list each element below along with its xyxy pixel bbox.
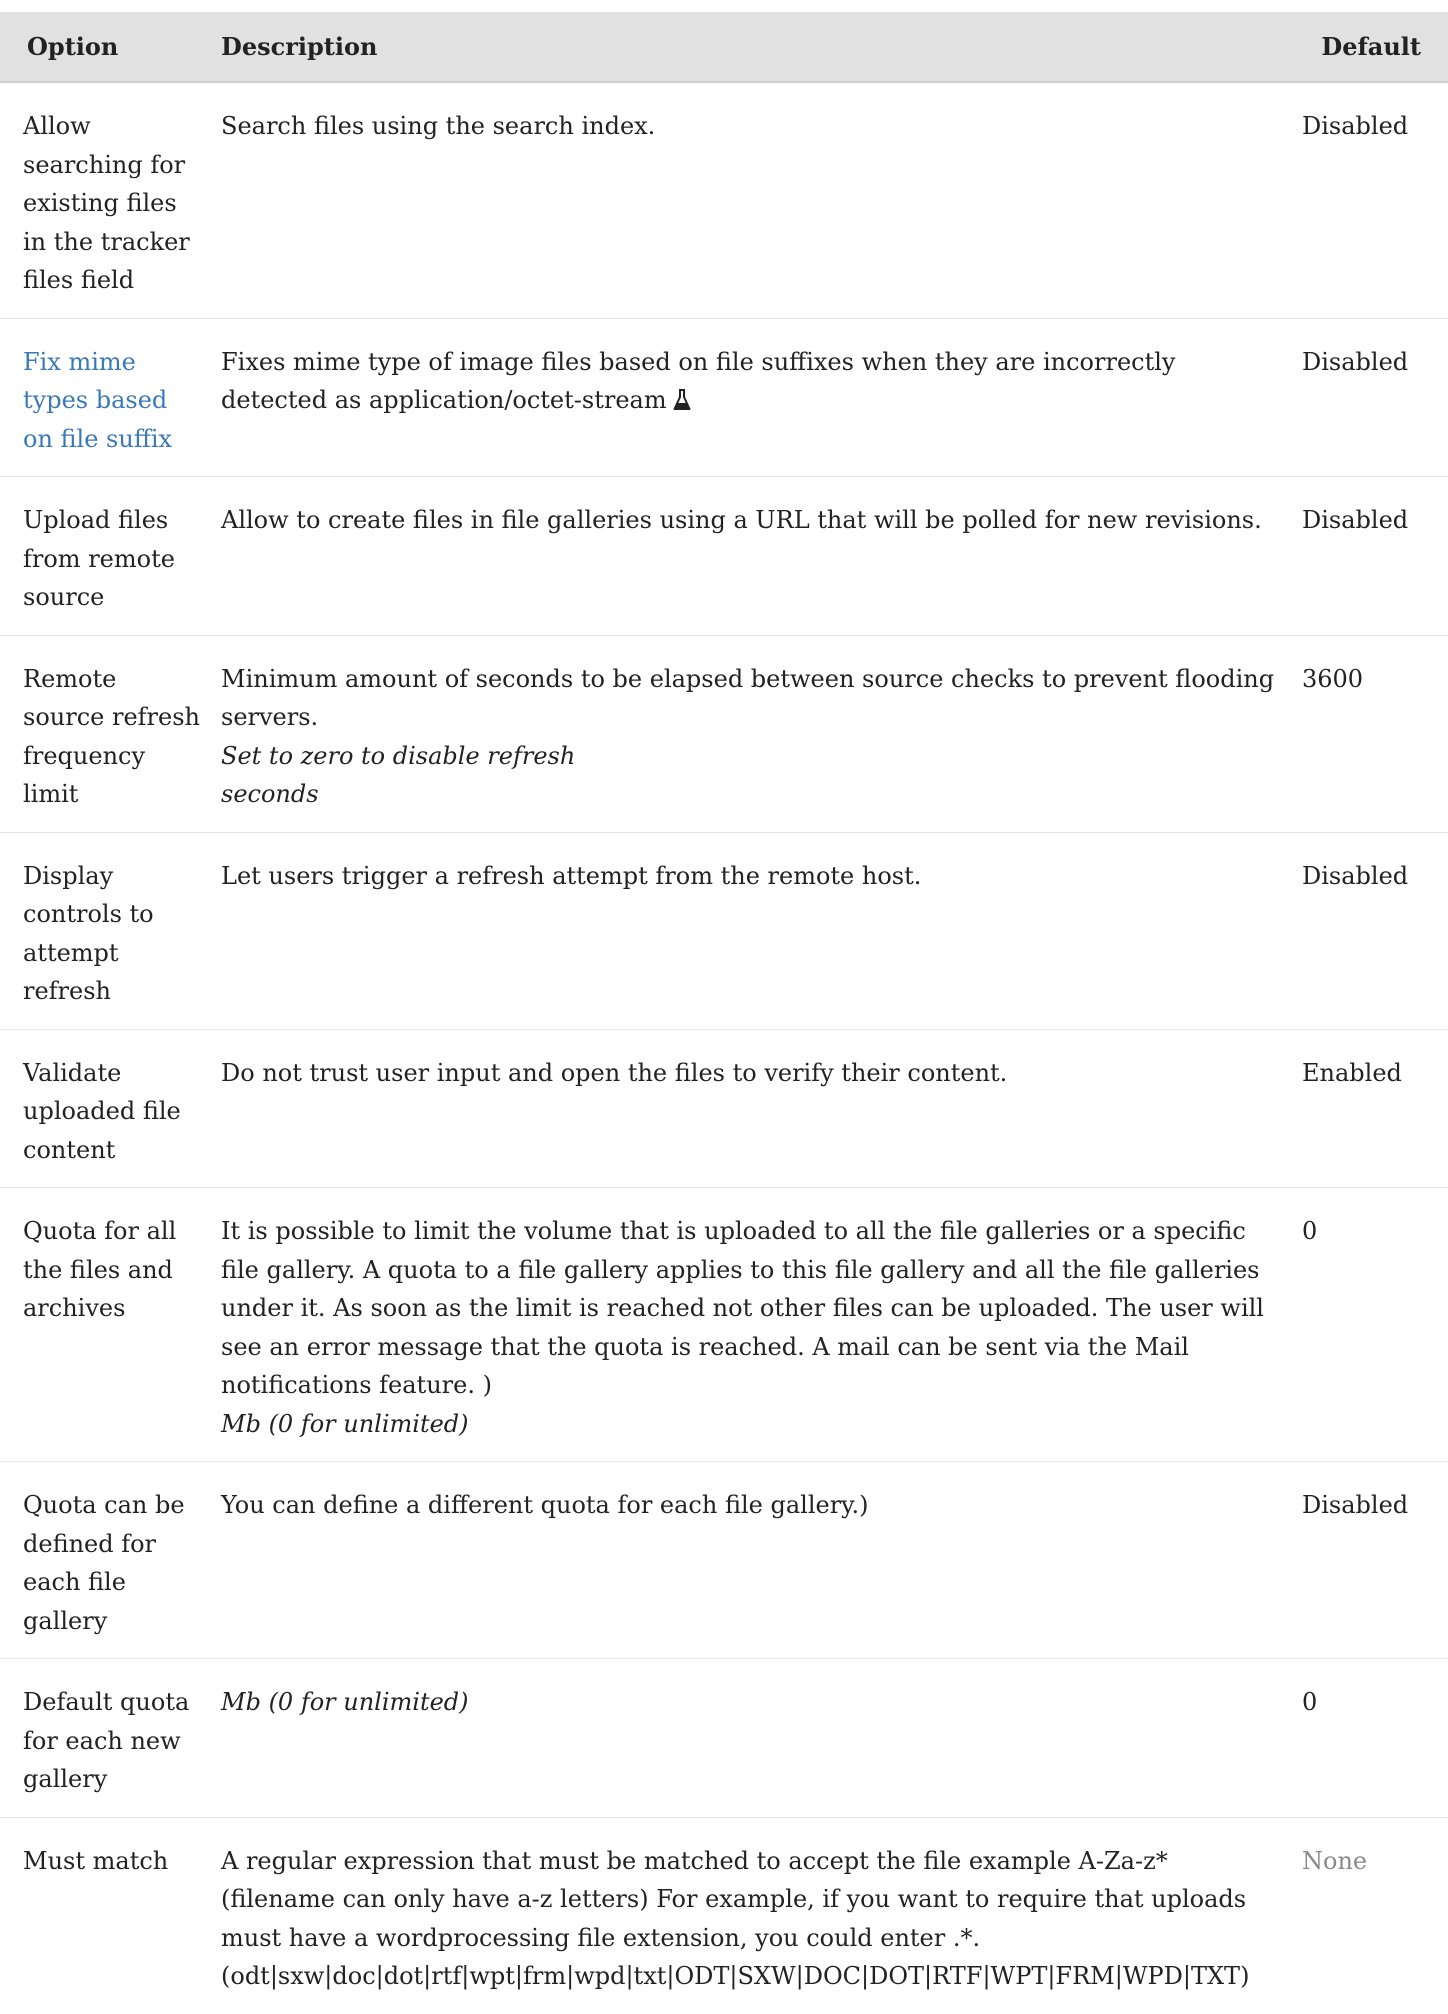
option-name: Must match [23, 1846, 169, 1875]
default-value: Disabled [1294, 832, 1448, 1030]
option-name: Remote source refresh frequency limit [0, 635, 208, 833]
default-value: 3600 [1294, 635, 1448, 833]
option-name: Display controls to attempt refresh [0, 832, 208, 1030]
table-row: Must match A regular expression that mus… [0, 1817, 1448, 2014]
option-name: Validate uploaded file content [0, 1029, 208, 1188]
option-name: Allow searching for existing files in th… [0, 82, 208, 319]
description-text: A regular expression that must be matche… [221, 1846, 1250, 1991]
option-name-cell: Fix mime types based on file suffix [0, 318, 208, 477]
option-description: It is possible to limit the volume that … [208, 1187, 1294, 1462]
default-value: Disabled [1294, 82, 1448, 319]
option-description: Let users trigger a refresh attempt from… [208, 832, 1294, 1030]
default-value: Disabled [1294, 318, 1448, 477]
description-text: Let users trigger a refresh attempt from… [221, 861, 922, 890]
header-row: Option Description Default [0, 12, 1448, 83]
table-row: Default quota for each new gallery Mb (0… [0, 1658, 1448, 1818]
description-unit: seconds [221, 780, 319, 808]
page-top-edge [0, 0, 1448, 12]
table-row: Quota can be defined for each file galle… [0, 1461, 1448, 1659]
option-description: Allow to create files in file galleries … [208, 476, 1294, 636]
table-row: Quota for all the files and archives It … [0, 1187, 1448, 1462]
table-row: Allow searching for existing files in th… [0, 82, 1448, 319]
description-text: Allow to create files in file galleries … [221, 506, 1262, 534]
table-row: Fix mime types based on file suffix Fixe… [0, 318, 1448, 477]
option-name: Quota can be defined for each file galle… [0, 1461, 208, 1659]
description-text: Search files using the search index. [221, 112, 656, 140]
preferences-table: Option Description Default Allow searchi… [0, 12, 1448, 2014]
description-text: It is possible to limit the volume that … [221, 1217, 1264, 1399]
default-value: Enabled [1294, 1029, 1448, 1188]
option-description: You can define a different quota for eac… [208, 1461, 1294, 1659]
option-description: Search files using the search index. [208, 82, 1294, 319]
option-name: Upload files from remote source [0, 476, 208, 636]
description-text: Minimum amount of seconds to be elapsed … [221, 664, 1275, 732]
option-description: Fixes mime type of image files based on … [208, 318, 1294, 477]
option-description: Minimum amount of seconds to be elapsed … [208, 635, 1294, 833]
default-value: None [1302, 1846, 1368, 1875]
description-unit: Mb (0 for unlimited) [221, 1409, 469, 1438]
description-unit: Mb (0 for unlimited) [221, 1688, 469, 1716]
table-row: Upload files from remote source Allow to… [0, 476, 1448, 636]
option-name: Quota for all the files and archives [0, 1187, 208, 1462]
table-body: Allow searching for existing files in th… [0, 82, 1448, 2014]
default-value: 0 [1294, 1187, 1448, 1462]
option-description: Mb (0 for unlimited) [208, 1658, 1294, 1818]
description-note: Set to zero to disable refresh [221, 741, 576, 770]
description-text: Fixes mime type of image files based on … [221, 347, 1176, 415]
default-value: Disabled [1294, 1461, 1448, 1659]
default-value: Disabled [1294, 476, 1448, 636]
column-header-description[interactable]: Description [208, 12, 1294, 83]
table-row: Remote source refresh frequency limit Mi… [0, 635, 1448, 833]
option-description: Do not trust user input and open the fil… [208, 1029, 1294, 1188]
column-header-default[interactable]: Default [1294, 12, 1448, 83]
column-header-option[interactable]: Option [0, 12, 208, 83]
option-name: Default quota for each new gallery [0, 1658, 208, 1818]
option-name-link[interactable]: Fix mime types based on file suffix [23, 348, 172, 453]
table-row: Display controls to attempt refresh Let … [0, 832, 1448, 1030]
experimental-flask-icon [673, 384, 691, 410]
option-description: A regular expression that must be matche… [208, 1817, 1294, 2014]
table-header: Option Description Default [0, 12, 1448, 83]
description-text: You can define a different quota for eac… [221, 1491, 869, 1519]
default-value: 0 [1294, 1658, 1448, 1818]
description-text: Do not trust user input and open the fil… [221, 1058, 1008, 1087]
table-row: Validate uploaded file content Do not tr… [0, 1029, 1448, 1188]
